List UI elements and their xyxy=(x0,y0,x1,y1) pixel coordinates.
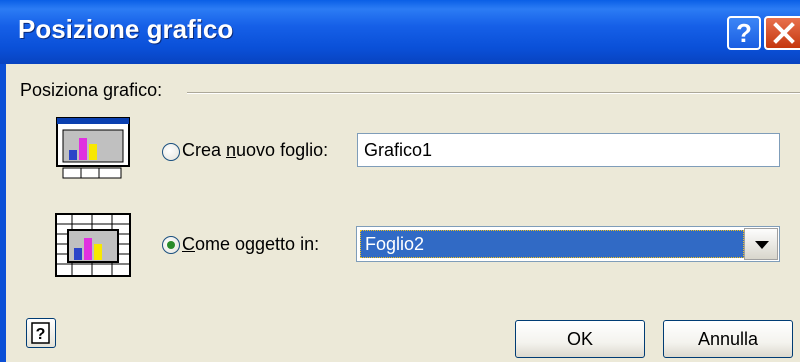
new-sheet-name-input[interactable]: Grafico1 xyxy=(357,133,780,167)
help-button[interactable]: ? xyxy=(727,16,761,50)
sheet-select-value: Foglio2 xyxy=(360,230,744,258)
label-part: Crea xyxy=(182,140,227,160)
dropdown-arrow-icon[interactable] xyxy=(744,228,778,260)
help-icon: ? xyxy=(736,18,752,48)
sheet-select-dropdown[interactable]: Foglio2 xyxy=(356,226,780,262)
dialog-title: Posizione grafico xyxy=(18,14,234,44)
new-sheet-radio[interactable] xyxy=(162,143,180,161)
group-label: Posiziona grafico: xyxy=(20,80,163,100)
title-bar[interactable]: Posizione grafico ? xyxy=(0,0,800,64)
ok-button[interactable]: OK xyxy=(515,320,645,358)
label-part: uovo foglio: xyxy=(236,140,329,160)
window-frame-left xyxy=(0,64,6,362)
close-icon xyxy=(773,22,795,44)
as-object-radio[interactable] xyxy=(162,236,180,254)
group-separator xyxy=(187,92,800,94)
new-sheet-label[interactable]: Crea nuovo foglio: xyxy=(182,140,328,161)
as-object-label[interactable]: Come oggetto in: xyxy=(182,234,319,255)
new-sheet-chart-icon xyxy=(56,117,130,179)
embedded-chart-icon xyxy=(55,213,131,277)
close-button[interactable] xyxy=(764,16,800,50)
label-part: ome oggetto in: xyxy=(195,234,320,254)
cancel-button[interactable]: Annulla xyxy=(663,320,793,358)
label-accel: C xyxy=(182,234,195,254)
svg-text:?: ? xyxy=(36,326,46,343)
context-help-button[interactable]: ? xyxy=(26,318,56,348)
label-accel: n xyxy=(226,140,237,160)
context-help-icon: ? xyxy=(31,322,50,344)
